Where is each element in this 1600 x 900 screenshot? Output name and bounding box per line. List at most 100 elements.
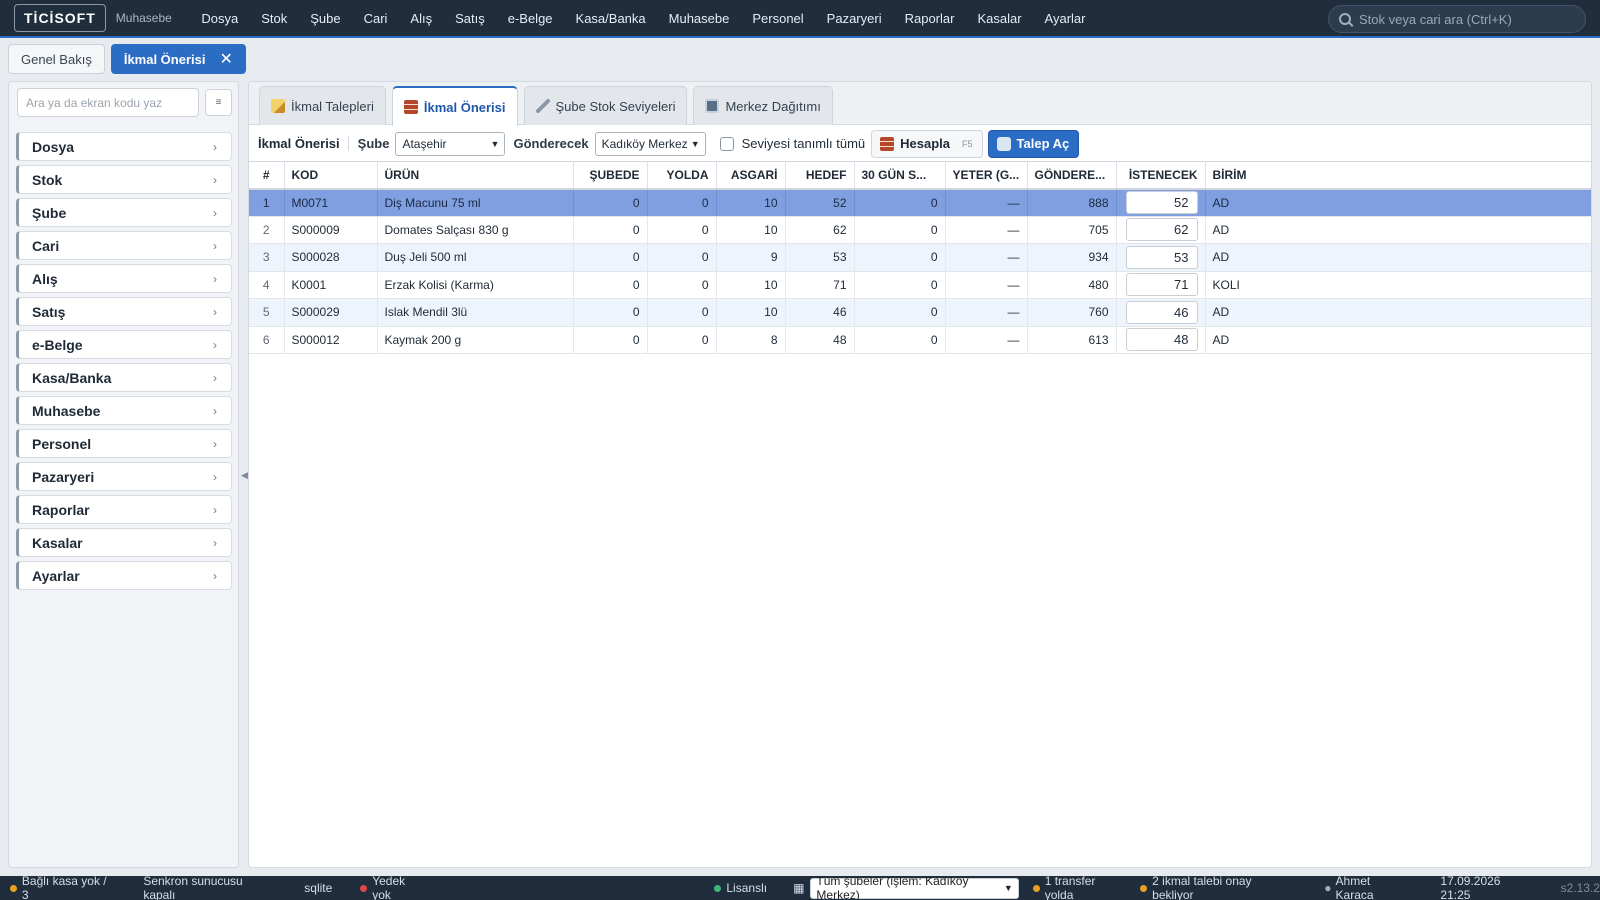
col-gondere[interactable]: GÖNDERE... (1027, 161, 1117, 190)
menu-personel[interactable]: Personel (741, 0, 815, 37)
menu-cari[interactable]: Cari (352, 0, 399, 37)
col-istenecek[interactable]: İSTENECEK (1116, 161, 1206, 190)
istenecek-input[interactable]: 46 (1125, 300, 1198, 324)
menu-alis[interactable]: Alış (399, 0, 444, 37)
table-row[interactable]: 1 M0071 Diş Macunu 75 ml 0 0 10 52 0 — 8… (249, 188, 1591, 217)
cell-urun: Erzak Kolisi (Karma) (377, 271, 574, 299)
sidebar-item-satis[interactable]: Satış › (16, 297, 232, 326)
menu-satis[interactable]: Satış (444, 0, 497, 37)
global-search[interactable] (1328, 5, 1586, 33)
cell-30-gun: 0 (854, 298, 946, 327)
chevron-right-icon: › (213, 337, 217, 352)
sidebar-item-label: Şube (32, 204, 67, 221)
menu-sube[interactable]: Şube (299, 0, 352, 37)
cell-subede: 0 (573, 243, 648, 272)
tab-merkez-dagitimi[interactable]: Merkez Dağıtımı (693, 86, 833, 125)
sidebar-item-sube[interactable]: Şube › (16, 198, 232, 227)
sidebar-item-muhasebe[interactable]: Muhasebe › (16, 396, 232, 425)
col-birim[interactable]: BİRİM (1205, 161, 1591, 190)
chevron-right-icon: › (213, 535, 217, 550)
istenecek-input[interactable]: 53 (1125, 245, 1198, 269)
cell-hedef: 48 (785, 326, 855, 354)
cell-no: 2 (249, 216, 285, 244)
istenecek-input[interactable]: 52 (1125, 191, 1198, 214)
all-levels-checkbox[interactable] (719, 136, 734, 151)
sidebar-item-label: Kasalar (32, 534, 83, 551)
cell-gondere: 760 (1027, 298, 1117, 327)
chevron-right-icon: › (213, 370, 217, 385)
status-user[interactable]: ● Ahmet Karaca (1324, 874, 1410, 900)
menu-stok[interactable]: Stok (250, 0, 299, 37)
istenecek-input[interactable]: 71 (1125, 273, 1198, 297)
menu-e-belge[interactable]: e-Belge (496, 0, 564, 37)
table-row[interactable]: 4 K0001 Erzak Kolisi (Karma) 0 0 10 71 0… (249, 271, 1591, 299)
sidebar-item-personel[interactable]: Personel › (16, 429, 232, 458)
status-kasa-text: Bağlı kasa yok / 3 (21, 874, 107, 900)
table-row[interactable]: 6 S000012 Kaymak 200 g 0 0 8 48 0 — 613 … (249, 326, 1591, 354)
branch-select[interactable]: Tüm şubeler (işlem: Kadıköy Merkez) ▼ (810, 874, 1019, 900)
col-yeter[interactable]: YETER (G... (945, 161, 1028, 190)
collapse-sidebar-icon[interactable]: ◀ (241, 470, 248, 481)
menu-dosya[interactable]: Dosya (190, 0, 250, 37)
tab-ikmal-talepleri[interactable]: İkmal Talepleri (259, 86, 386, 125)
menu-pazaryeri[interactable]: Pazaryeri (815, 0, 893, 37)
cell-no: 3 (249, 243, 285, 272)
cell-urun: Duş Jeli 500 ml (377, 243, 574, 272)
app-logo[interactable]: TİCİSOFT (14, 4, 106, 32)
col-subede[interactable]: ŞUBEDE (573, 161, 648, 190)
app-subtitle: Muhasebe (115, 11, 172, 25)
sidebar-search-input[interactable] (17, 88, 199, 117)
cell-istenecek: 52 (1116, 188, 1206, 217)
sidebar-item-raporlar[interactable]: Raporlar › (16, 495, 232, 524)
menu-kasalar[interactable]: Kasalar (966, 0, 1033, 37)
status-pending[interactable]: 2 ikmal talebi onay bekliyor (1140, 874, 1294, 900)
col-asgari[interactable]: ASGARİ (716, 161, 786, 190)
doc-tab-overview[interactable]: Genel Bakış (8, 44, 105, 74)
open-request-button[interactable]: Talep Aç (987, 129, 1080, 158)
sidebar-item-kasa-banka[interactable]: Kasa/Banka › (16, 363, 232, 392)
table-row[interactable]: 3 S000028 Duş Jeli 500 ml 0 0 9 53 0 — 9… (249, 243, 1591, 272)
sidebar-item-pazaryeri[interactable]: Pazaryeri › (16, 462, 232, 491)
col-yolda[interactable]: YOLDA (647, 161, 717, 190)
tab-sube-stok-seviyeleri[interactable]: Şube Stok Seviyeleri (523, 86, 688, 125)
chevron-right-icon: › (213, 238, 217, 253)
sidebar-item-cari[interactable]: Cari › (16, 231, 232, 260)
toolbar-title: İkmal Önerisi (258, 136, 349, 151)
stamp-icon (996, 136, 1011, 151)
global-search-input[interactable] (1359, 11, 1569, 27)
menu-kasa-banka[interactable]: Kasa/Banka (564, 0, 657, 37)
tab-ikmal-onerisi[interactable]: İkmal Önerisi (391, 86, 518, 126)
col-hedef[interactable]: HEDEF (785, 161, 855, 190)
doc-tab-ikmal-onerisi[interactable]: İkmal Önerisi ✕ (110, 44, 246, 74)
menu-raporlar[interactable]: Raporlar (893, 0, 966, 37)
calculate-button[interactable]: Hesapla F5 (871, 129, 983, 158)
sidebar-item-ayarlar[interactable]: Ayarlar › (16, 561, 232, 590)
list-toggle-icon[interactable]: ≡ (205, 89, 232, 116)
col-urun[interactable]: ÜRÜN (377, 161, 574, 190)
cell-asgari: 10 (716, 271, 786, 299)
menu-muhasebe[interactable]: Muhasebe (657, 0, 741, 37)
status-transfer[interactable]: 1 transfer yolda (1032, 874, 1126, 900)
sidebar-item-alis[interactable]: Alış › (16, 264, 232, 293)
menu-ayarlar[interactable]: Ayarlar (1033, 0, 1097, 37)
cell-gondere: 480 (1027, 271, 1117, 299)
cell-yeter: — (945, 298, 1028, 327)
istenecek-input[interactable]: 62 (1125, 218, 1198, 242)
istenecek-input[interactable]: 48 (1125, 328, 1198, 352)
cell-yolda: 0 (647, 326, 717, 354)
table-row[interactable]: 2 S000009 Domates Salçası 830 g 0 0 10 6… (249, 216, 1591, 244)
table-row[interactable]: 5 S000029 Islak Mendil 3lü 0 0 10 46 0 —… (249, 298, 1591, 327)
col-30-gun[interactable]: 30 GÜN S... (854, 161, 946, 190)
col-no[interactable]: # (249, 161, 285, 190)
sidebar-item-e-belge[interactable]: e-Belge › (16, 330, 232, 359)
sidebar-item-kasalar[interactable]: Kasalar › (16, 528, 232, 557)
chevron-right-icon: › (213, 139, 217, 154)
close-icon[interactable]: ✕ (219, 49, 232, 69)
sidebar-item-dosya[interactable]: Dosya › (16, 132, 232, 161)
sender-select[interactable]: Kadıköy Merkez ▼ (594, 131, 706, 156)
col-kod[interactable]: KOD (284, 161, 378, 190)
sube-select[interactable]: Ataşehir ▼ (395, 131, 506, 156)
status-bar: Bağlı kasa yok / 3 Senkron sunucusu kapa… (0, 874, 1600, 900)
sidebar-item-stok[interactable]: Stok › (16, 165, 232, 194)
cell-30-gun: 0 (854, 216, 946, 244)
